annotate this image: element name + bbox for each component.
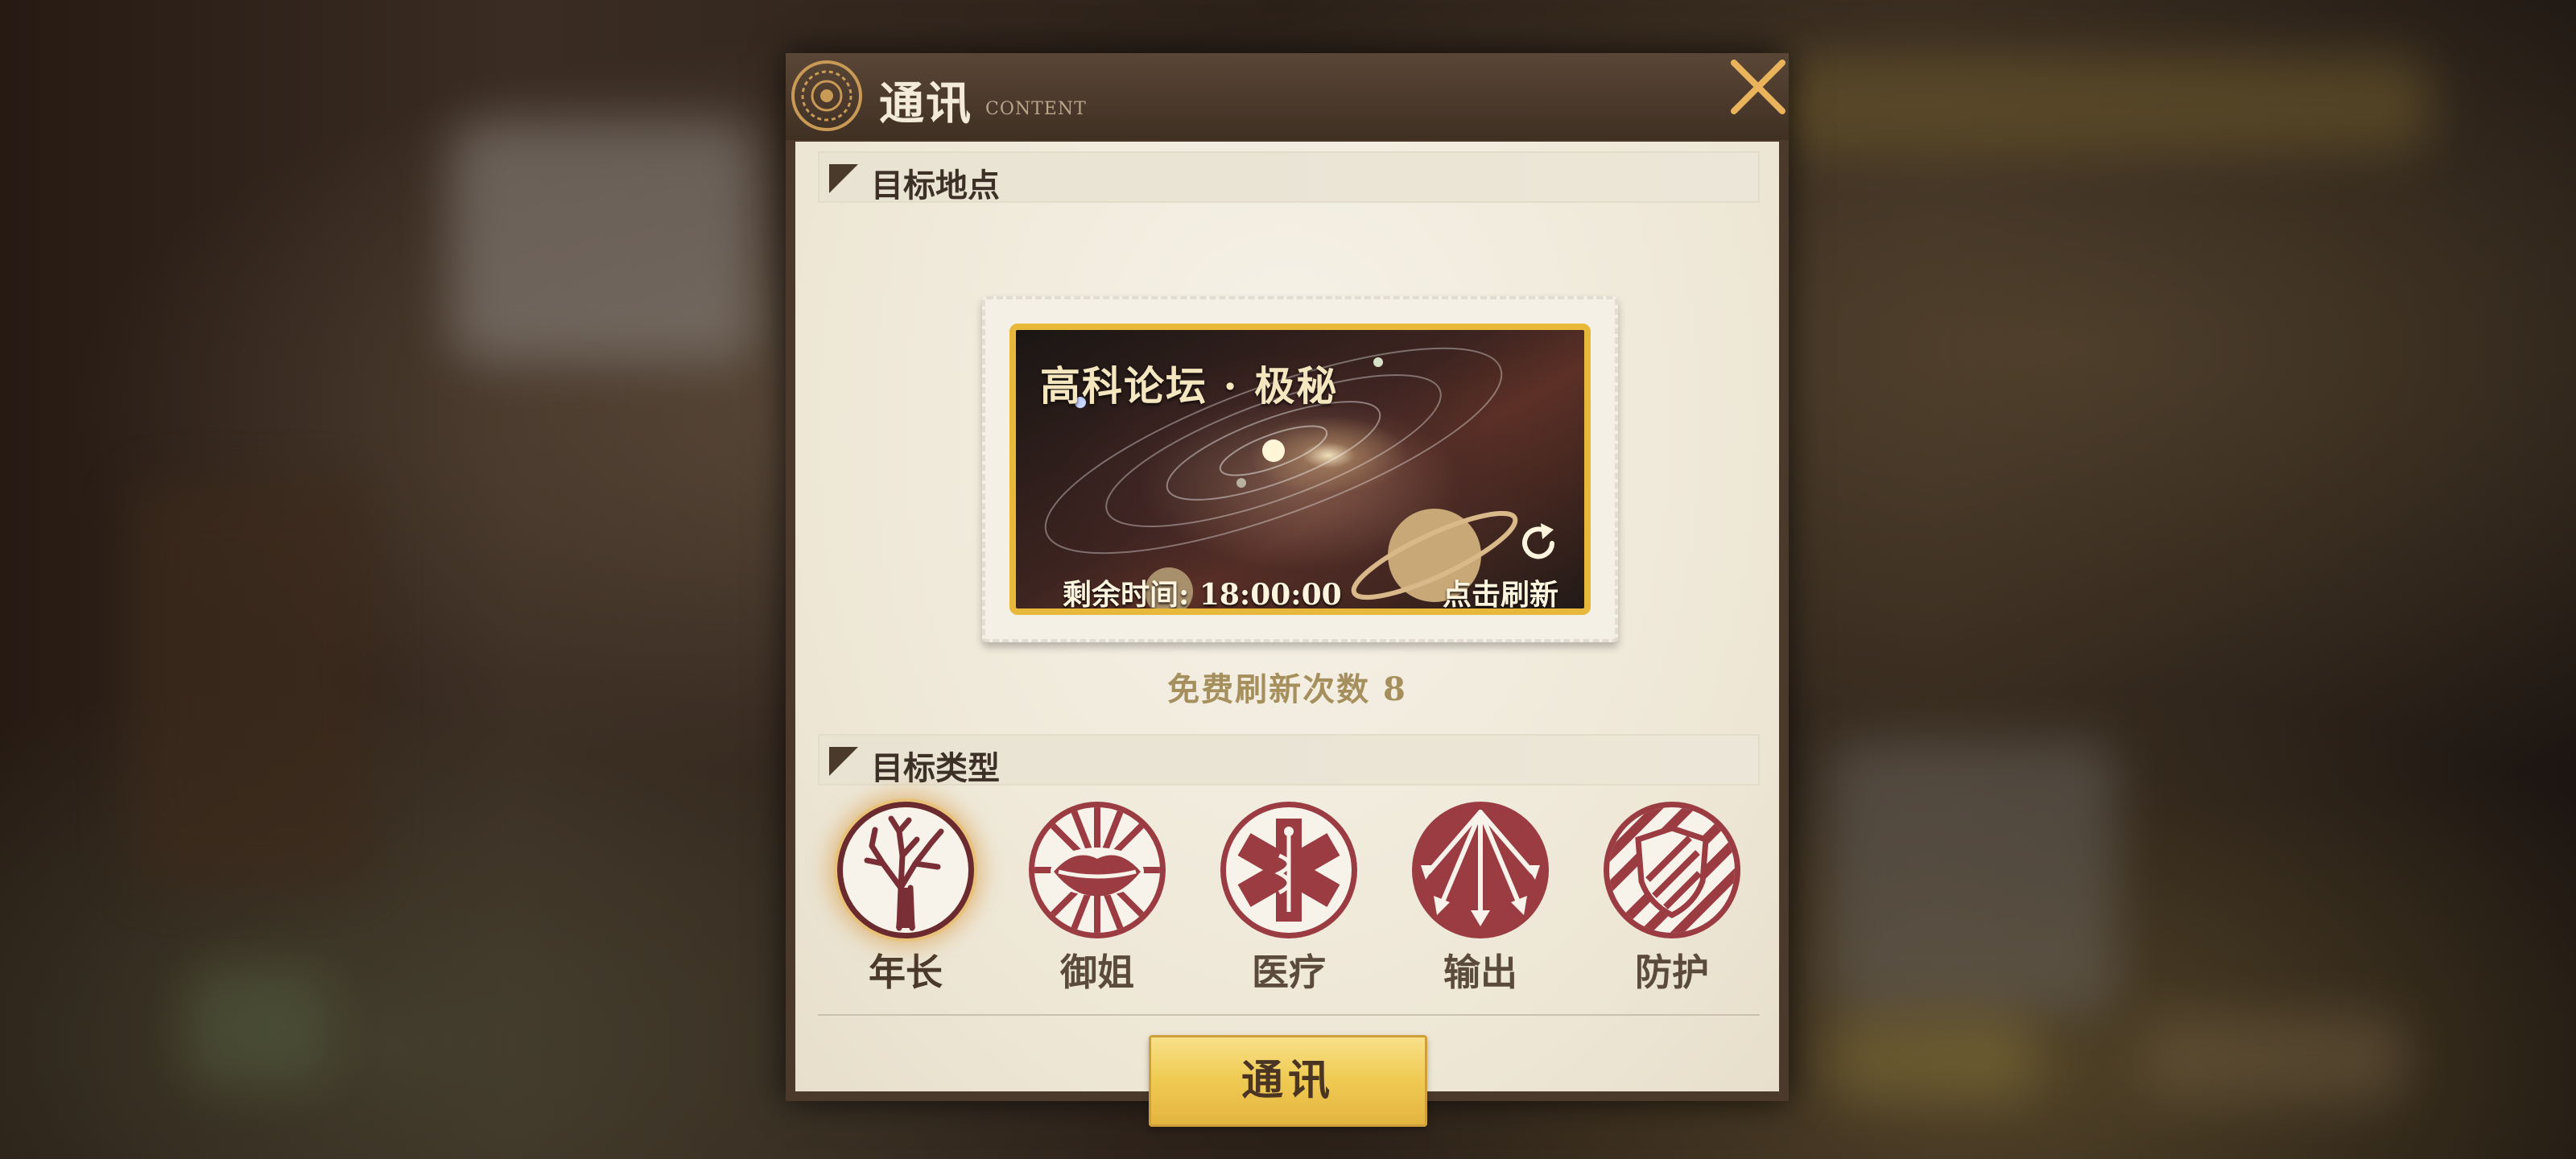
type-option-damage[interactable]: 输出 xyxy=(1404,802,1557,996)
divider xyxy=(818,1014,1760,1016)
dialog-title: 通讯 xyxy=(879,77,972,130)
target-type-options: 年长 御姐 医疗 输出 防护 xyxy=(818,802,1760,995)
medical-cross-icon[interactable] xyxy=(1220,802,1357,938)
section-label: 目标类型 xyxy=(871,749,1000,787)
communication-dialog: 通讯 CONTENT 目标地点 高科论坛 · 极秘 剩余时间: 18:00:00… xyxy=(786,53,1792,1127)
remaining-time: 剩余时间: 18:00:00 xyxy=(1063,578,1342,612)
section-header-target-type: 目标类型 xyxy=(818,734,1760,787)
dialog-content-panel: 目标地点 高科论坛 · 极秘 剩余时间: 18:00:00 点击刷新 免费刷新次… xyxy=(795,142,1779,1127)
dialog-subtitle: CONTENT xyxy=(985,99,1087,119)
type-option-medical[interactable]: 医疗 xyxy=(1212,802,1365,996)
type-label: 医疗 xyxy=(1252,951,1326,994)
communicate-button-label: 通讯 xyxy=(1241,1056,1335,1105)
section-label: 目标地点 xyxy=(871,167,1000,204)
refresh-icon[interactable] xyxy=(1515,520,1562,567)
arrows-icon[interactable] xyxy=(1412,802,1549,938)
type-label: 年长 xyxy=(869,951,943,994)
gear-emblem-icon xyxy=(791,60,863,132)
dialog-title-bar: 通讯 CONTENT xyxy=(786,53,1789,140)
close-button[interactable] xyxy=(1724,53,1792,121)
type-option-defense[interactable]: 防护 xyxy=(1596,802,1748,996)
communicate-button[interactable]: 通讯 xyxy=(1149,1035,1427,1127)
corner-triangle-icon xyxy=(829,747,858,776)
tree-icon[interactable] xyxy=(837,802,974,938)
free-refresh-count: 免费刷新次数 8 xyxy=(1167,670,1407,708)
type-label: 防护 xyxy=(1635,951,1709,994)
type-option-mature[interactable]: 御姐 xyxy=(1021,802,1174,996)
location-title: 高科论坛 · 极秘 xyxy=(1040,362,1339,410)
shield-icon[interactable] xyxy=(1604,802,1740,938)
type-label: 输出 xyxy=(1443,951,1517,994)
type-label: 御姐 xyxy=(1060,951,1134,994)
corner-triangle-icon xyxy=(829,164,858,193)
close-x-icon[interactable] xyxy=(1724,53,1792,121)
location-stamp-card[interactable]: 高科论坛 · 极秘 剩余时间: 18:00:00 点击刷新 xyxy=(982,296,1618,642)
section-header-target-location: 目标地点 xyxy=(818,151,1760,204)
lips-icon[interactable] xyxy=(1029,802,1166,938)
refresh-link[interactable]: 点击刷新 xyxy=(1443,571,1558,608)
type-option-elder[interactable]: 年长 xyxy=(829,802,982,996)
location-image: 高科论坛 · 极秘 剩余时间: 18:00:00 点击刷新 xyxy=(1009,324,1591,615)
